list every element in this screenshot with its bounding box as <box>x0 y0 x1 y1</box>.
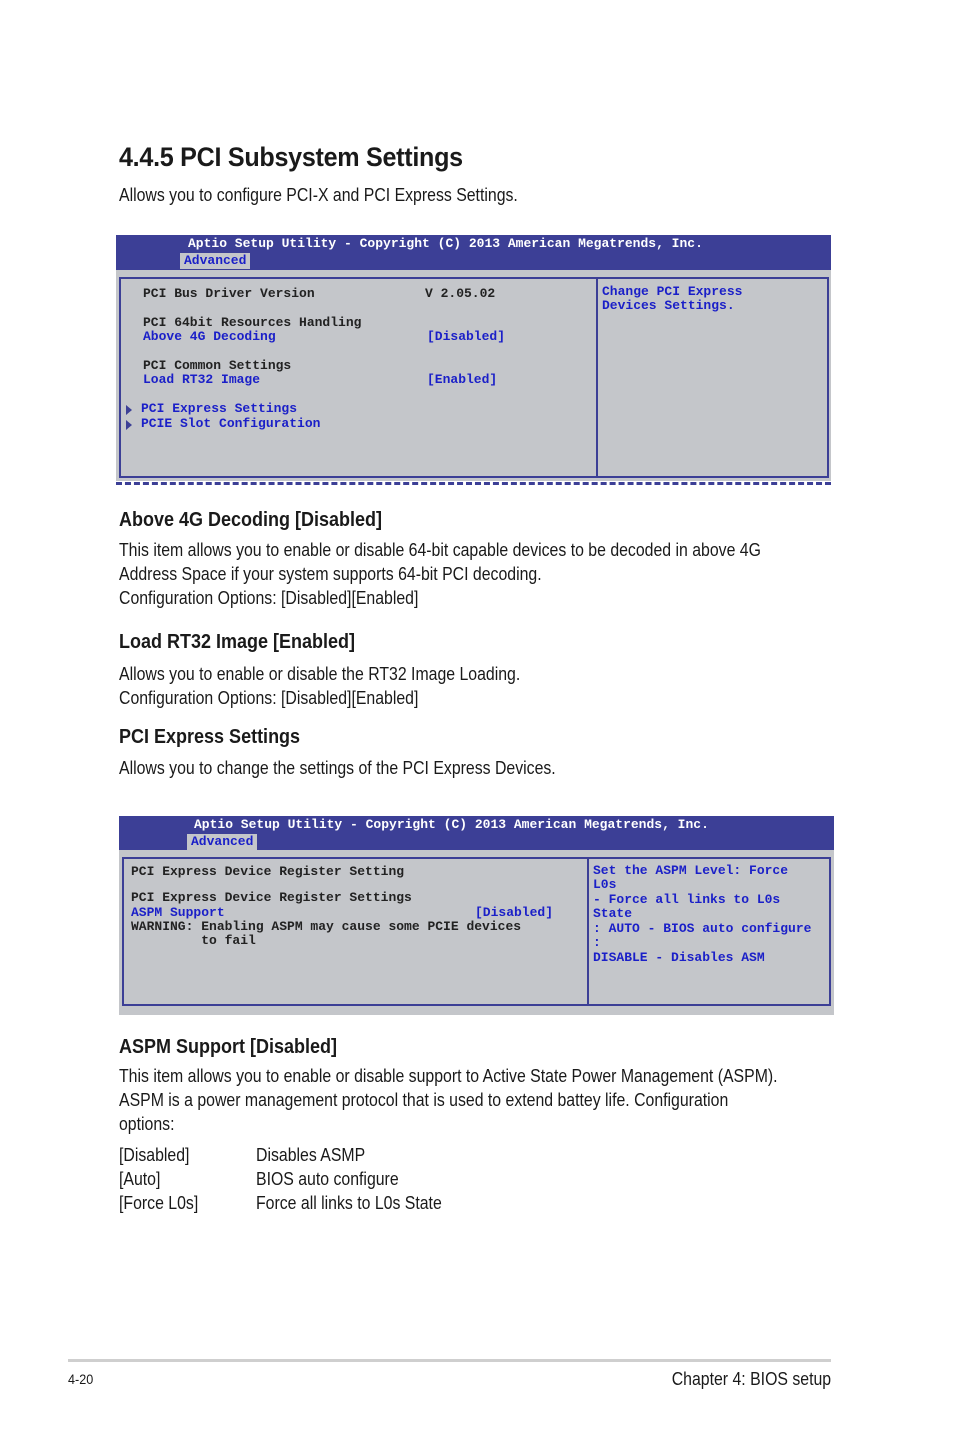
tab-advanced[interactable]: Advanced <box>187 834 258 850</box>
paragraph-line: This item allows you to enable or disabl… <box>119 1066 778 1086</box>
bios-heading-register-setting: PCI Express Device Register Setting <box>131 864 405 879</box>
paragraph-line: This item allows you to enable or disabl… <box>119 540 761 560</box>
heading-load-rt32-image: Load RT32 Image [Enabled] <box>119 631 356 653</box>
option-key: [Auto] <box>119 1169 161 1189</box>
bios-screenshot-pci-express: Aptio Setup Utility - Copyright (C) 2013… <box>119 816 834 1015</box>
option-description: BIOS auto configure <box>256 1169 399 1189</box>
bios-help-line: Set the ASPM Level: Force <box>593 863 789 878</box>
bios-help-line: State <box>593 906 633 921</box>
triangle-right-icon <box>126 405 132 415</box>
paragraph-line: ASPM is a power management protocol that… <box>119 1090 729 1110</box>
option-key: [Disabled] <box>119 1145 190 1165</box>
bios-help-line: L0s <box>593 877 617 892</box>
tab-advanced[interactable]: Advanced <box>180 253 251 269</box>
bios-title-bar: Aptio Setup Utility - Copyright (C) 2013… <box>119 816 834 850</box>
bios-value-above-4g-decoding[interactable]: [Disabled] <box>427 329 505 345</box>
paragraph-line: options: <box>119 1114 175 1134</box>
option-description: Disables ASMP <box>256 1145 366 1165</box>
bios-help-line: : AUTO - BIOS auto configure <box>593 921 812 936</box>
heading-aspm-support: ASPM Support [Disabled] <box>119 1036 338 1058</box>
bios-item-above-4g-decoding[interactable]: Above 4G Decoding <box>143 329 276 345</box>
bios-main-frame: PCI Bus Driver Version V 2.05.02 PCI 64b… <box>119 277 829 478</box>
paragraph-line: Configuration Options: [Disabled][Enable… <box>119 688 419 708</box>
bios-title: Aptio Setup Utility - Copyright (C) 2013… <box>194 817 709 832</box>
bios-cut-line <box>116 482 831 485</box>
bios-submenu-pcie-slot-configuration[interactable]: PCIE Slot Configuration <box>141 416 320 432</box>
bios-warning-line: to fail <box>131 933 256 948</box>
bios-help-line: DISABLE - Disables ASM <box>593 950 765 965</box>
section-intro: Allows you to configure PCI-X and PCI Ex… <box>119 185 518 205</box>
heading-pci-express-settings: PCI Express Settings <box>119 726 301 748</box>
bios-label-driver-version: PCI Bus Driver Version <box>143 286 315 301</box>
bios-help-line: Devices Settings. <box>602 298 735 313</box>
paragraph-line: Allows you to change the settings of the… <box>119 758 556 778</box>
bios-submenu-pci-express-settings[interactable]: PCI Express Settings <box>141 401 297 417</box>
heading-above-4g-decoding: Above 4G Decoding [Disabled] <box>119 509 383 531</box>
section-title: 4.4.5 PCI Subsystem Settings <box>119 142 463 172</box>
paragraph-line: Address Space if your system supports 64… <box>119 564 542 584</box>
bios-heading-register-settings: PCI Express Device Register Settings <box>131 890 412 905</box>
footer-rule <box>68 1359 831 1362</box>
chapter-label: Chapter 4: BIOS setup <box>671 1369 831 1389</box>
page-number: 4-20 <box>68 1371 94 1387</box>
bios-item-load-rt32-image[interactable]: Load RT32 Image <box>143 372 260 388</box>
bios-title-bar: Aptio Setup Utility - Copyright (C) 2013… <box>116 235 831 270</box>
bios-value-load-rt32-image[interactable]: [Enabled] <box>427 372 497 388</box>
option-key: [Force L0s] <box>119 1193 199 1213</box>
bios-pane-divider <box>596 279 598 476</box>
paragraph-line: Configuration Options: [Disabled][Enable… <box>119 588 419 608</box>
bios-main-frame: PCI Express Device Register Setting PCI … <box>122 857 831 1006</box>
bios-title: Aptio Setup Utility - Copyright (C) 2013… <box>188 236 703 251</box>
bios-pane-divider <box>587 859 589 1004</box>
bios-help-line: : <box>593 935 601 950</box>
option-description: Force all links to L0s State <box>256 1193 442 1213</box>
triangle-right-icon <box>126 420 132 430</box>
bios-screenshot-pci-subsystem: Aptio Setup Utility - Copyright (C) 2013… <box>116 235 831 481</box>
paragraph-line: Allows you to enable or disable the RT32… <box>119 664 521 684</box>
bios-value-driver-version: V 2.05.02 <box>425 286 496 301</box>
